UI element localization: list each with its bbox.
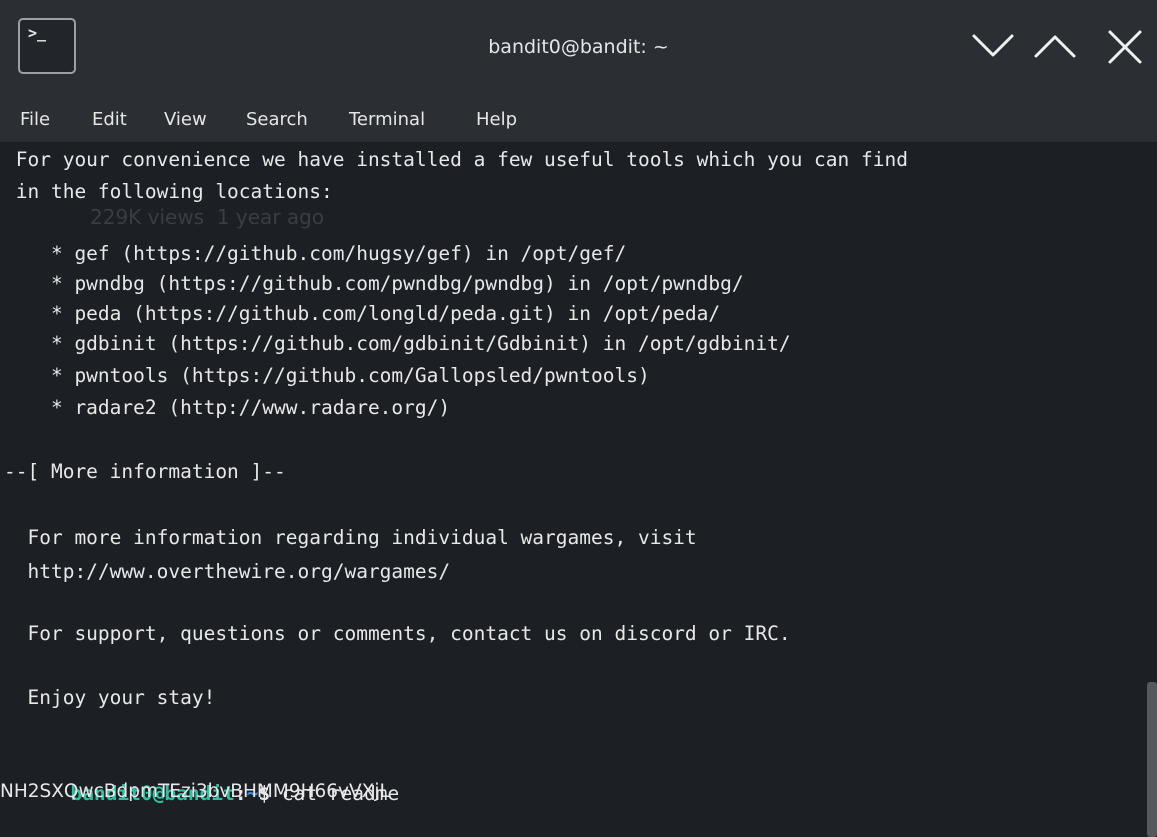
output-line: * radare2 (http://www.radare.org/) <box>4 396 451 419</box>
output-line: For support, questions or comments, cont… <box>4 622 791 645</box>
active-prompt-line[interactable]: bandit0@bandit:~$ <box>0 805 295 837</box>
output-line: For your convenience we have installed a… <box>4 148 908 171</box>
terminal-window: >_ bandit0@bandit: ~ File Edit View Sear… <box>0 0 1157 837</box>
menu-file[interactable]: File <box>20 108 50 132</box>
menu-help[interactable]: Help <box>476 108 517 132</box>
title-bar[interactable]: >_ bandit0@bandit: ~ <box>0 0 1157 98</box>
chevron-up-icon <box>1034 35 1076 58</box>
menu-terminal[interactable]: Terminal <box>349 108 425 132</box>
output-line: For more information regarding individua… <box>4 526 697 549</box>
command-output: NH2SXQwcBdpmTEzi3bvBHMM9H66vVXjL <box>0 781 390 802</box>
close-button[interactable] <box>1100 22 1150 72</box>
output-line: http://www.overthewire.org/wargames/ <box>4 560 451 583</box>
section-heading: --[ More information ]-- <box>4 460 286 483</box>
maximize-button[interactable] <box>1030 22 1080 72</box>
menu-bar: File Edit View Search Terminal Help <box>0 98 1157 142</box>
menu-edit[interactable]: Edit <box>92 108 127 132</box>
output-line: in the following locations: <box>4 180 333 203</box>
output-line: * peda (https://github.com/longld/peda.g… <box>4 302 721 325</box>
output-line: * gef (https://github.com/hugsy/gef) in … <box>4 242 627 265</box>
menu-search[interactable]: Search <box>246 108 308 132</box>
output-line: * pwndbg (https://github.com/pwndbg/pwnd… <box>4 272 744 295</box>
output-line: * gdbinit (https://github.com/gdbinit/Gd… <box>4 332 791 355</box>
output-line: Enjoy your stay! <box>4 686 216 709</box>
close-icon <box>1108 30 1142 64</box>
terminal-output-area[interactable]: 229K views 1 year ago For your convenien… <box>0 142 1157 837</box>
command-line: bandit0@bandit:~$ cat readme <box>0 746 399 805</box>
minimize-button[interactable] <box>968 22 1018 72</box>
chevron-down-icon <box>972 34 1014 57</box>
menu-view[interactable]: View <box>164 108 207 132</box>
scrollbar-thumb[interactable] <box>1147 682 1157 837</box>
output-line: * pwntools (https://github.com/Gallopsle… <box>4 364 650 387</box>
